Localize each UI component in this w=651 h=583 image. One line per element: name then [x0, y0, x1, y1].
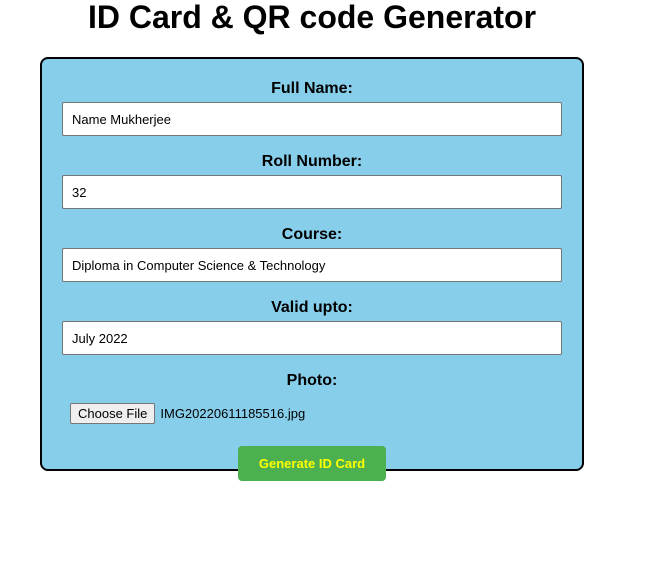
id-card-form: Full Name: Roll Number: Course: Valid up…: [40, 57, 584, 471]
photo-label: Photo:: [286, 372, 338, 389]
valid-upto-label: Valid upto:: [271, 299, 353, 316]
course-label: Course:: [281, 226, 343, 243]
page-title: ID Card & QR code Generator: [87, 0, 537, 35]
photo-file-picker: Choose File IMG20220611185516.jpg: [70, 402, 305, 424]
choose-file-button[interactable]: Choose File: [70, 402, 156, 424]
full-name-label: Full Name:: [271, 80, 353, 97]
full-name-input[interactable]: [62, 102, 562, 136]
roll-number-label: Roll Number:: [261, 153, 363, 170]
roll-number-input[interactable]: [62, 175, 562, 209]
selected-file-name: IMG20220611185516.jpg: [160, 405, 306, 421]
course-input[interactable]: [62, 248, 562, 282]
generate-id-card-button[interactable]: Generate ID Card: [238, 446, 386, 481]
valid-upto-input[interactable]: [62, 321, 562, 355]
